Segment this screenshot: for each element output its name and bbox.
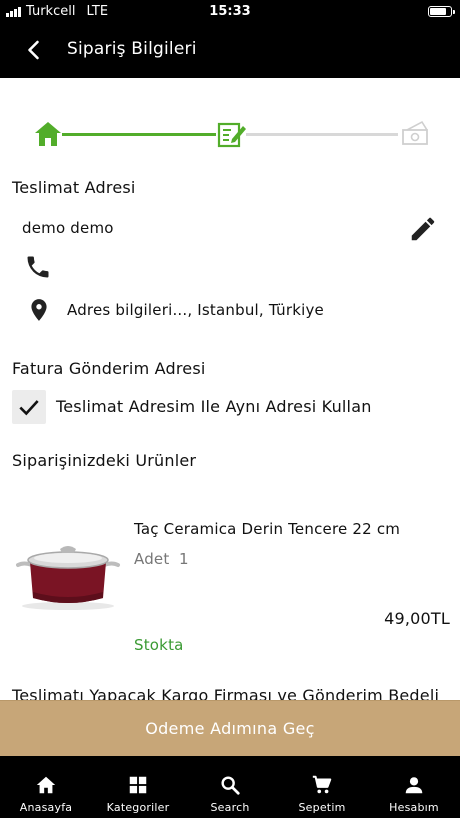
- grid-icon: [129, 776, 147, 794]
- tab-account[interactable]: Hesabım: [368, 756, 460, 818]
- tab-cart[interactable]: Sepetim: [276, 756, 368, 818]
- tab-label: Hesabım: [389, 801, 439, 814]
- cart-icon: [312, 775, 332, 794]
- battery-level: [430, 8, 447, 15]
- go-to-payment-button[interactable]: Odeme Adımına Geç: [0, 700, 460, 756]
- person-icon: [405, 777, 423, 794]
- step-line-done: [62, 133, 216, 136]
- checkmark-icon: [19, 400, 39, 416]
- edit-icon[interactable]: [408, 214, 438, 244]
- battery-icon: [428, 6, 455, 17]
- status-time: 15:33: [209, 4, 251, 19]
- tab-home[interactable]: Anasayfa: [0, 756, 92, 818]
- recipient-name: demo demo: [22, 219, 114, 237]
- delivery-address-title: Teslimat Adresi: [12, 178, 136, 197]
- tab-label: Anasayfa: [19, 801, 73, 814]
- search-icon: [221, 776, 240, 795]
- status-bar: Turkcell LTE 15:33: [0, 0, 460, 24]
- product-qty-label: Adet: [134, 550, 170, 568]
- products-title: Siparişinizdeki Urünler: [12, 451, 197, 470]
- payment-icon: [402, 120, 428, 145]
- order-info-content[interactable]: Teslimat Adresi demo demo Adres bilgiler…: [0, 78, 460, 700]
- page-title: Sipariş Bilgileri: [67, 39, 197, 59]
- tab-search[interactable]: Search: [184, 756, 276, 818]
- tab-label: Kategoriler: [106, 801, 170, 814]
- tab-label: Search: [210, 801, 250, 814]
- product-price: 49,00TL: [384, 609, 450, 628]
- tab-label: Sepetim: [298, 801, 346, 814]
- home-icon: [35, 122, 61, 146]
- same-address-checkbox[interactable]: [12, 390, 46, 424]
- shipping-title: Teslimatı Yapacak Kargo Firması ve Gönde…: [12, 686, 440, 700]
- location-pin-icon: [31, 299, 47, 321]
- app-bar: Sipariş Bilgileri: [0, 24, 460, 78]
- product-image[interactable]: [14, 532, 122, 612]
- billing-address-title: Fatura Gönderim Adresi: [12, 359, 206, 378]
- step-line-todo: [246, 133, 398, 136]
- home-icon: [36, 776, 56, 794]
- go-to-payment-label: Odeme Adımına Geç: [145, 719, 315, 738]
- stock-status: Stokta: [134, 636, 184, 654]
- chevron-left-icon[interactable]: [22, 38, 46, 62]
- checkout-steps: [0, 78, 460, 178]
- same-address-label[interactable]: Teslimat Adresim Ile Aynı Adresi Kullan: [56, 397, 372, 416]
- edit-form-icon: [217, 122, 246, 148]
- product-name[interactable]: Taç Ceramica Derin Tencere 22 cm: [134, 520, 400, 538]
- product-qty-value: 1: [179, 550, 189, 568]
- phone-icon: [27, 256, 49, 278]
- delivery-address-text: Adres bilgileri..., Istanbul, Türkiye: [67, 301, 324, 319]
- bottom-tab-bar: Anasayfa Kategoriler Search Sepetim Hesa…: [0, 756, 460, 818]
- tab-categories[interactable]: Kategoriler: [92, 756, 184, 818]
